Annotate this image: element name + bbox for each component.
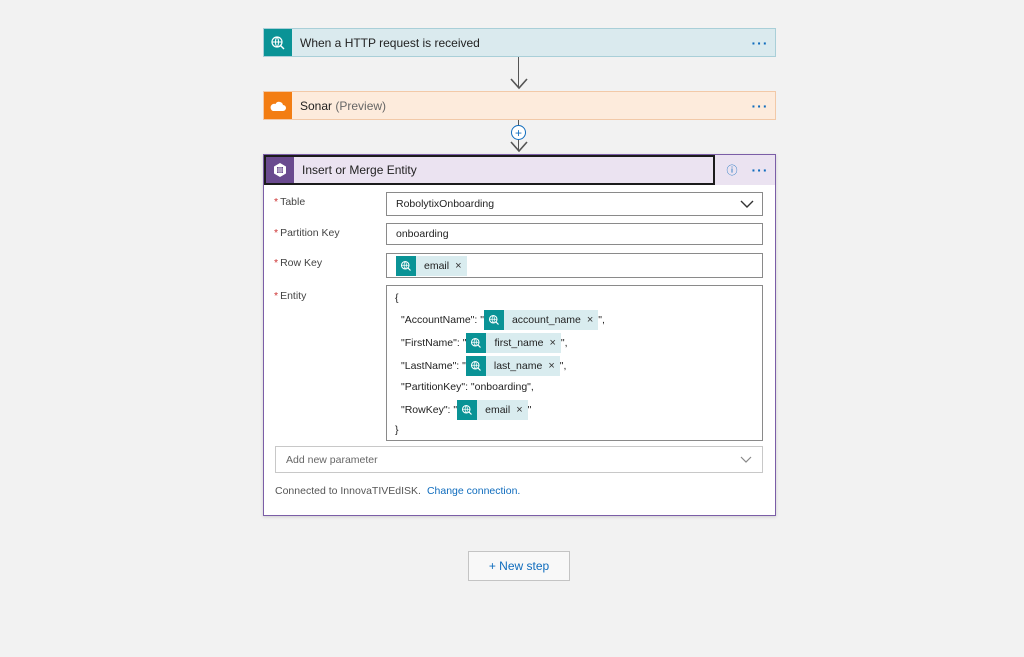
sonar-card[interactable]: Sonar (Preview) ··· xyxy=(263,91,776,120)
entity-label-text: Entity xyxy=(280,290,307,302)
token-label: account_name xyxy=(511,314,581,326)
dynamic-token[interactable]: last_name × xyxy=(465,356,560,376)
connector-arrow-icon xyxy=(510,78,528,90)
table-label: * Table xyxy=(274,196,305,208)
chevron-down-icon xyxy=(740,200,754,208)
action-more-button[interactable]: ··· xyxy=(745,162,775,178)
token-remove-button[interactable]: × xyxy=(587,314,598,326)
token-remove-button[interactable]: × xyxy=(548,360,559,372)
entity-editor[interactable]: { "AccountName": " account_name × ", "Fi… xyxy=(386,285,763,441)
sonar-more-button[interactable]: ··· xyxy=(745,98,775,114)
entity-line: "AccountName": " account_name × ", xyxy=(401,310,605,330)
table-label-text: Table xyxy=(280,196,306,208)
entity-key: "RowKey": " xyxy=(401,404,458,416)
dynamic-token[interactable]: email × xyxy=(396,256,467,276)
required-mark: * xyxy=(274,196,279,208)
entity-key: "AccountName": " xyxy=(401,314,484,326)
entity-suffix: ", xyxy=(598,314,605,326)
row-key-input[interactable]: email × xyxy=(386,253,763,278)
http-request-icon xyxy=(465,356,486,376)
entity-key: "FirstName": " xyxy=(401,337,467,349)
entity-line: "RowKey": " email × " xyxy=(401,400,531,420)
new-step-button[interactable]: + New step xyxy=(468,551,570,581)
connection-footer: Connected to InnovaTIVEdISK. Change conne… xyxy=(275,485,520,497)
insert-step-button[interactable]: + xyxy=(511,125,526,140)
token-label: email xyxy=(424,260,450,272)
token-label: first_name xyxy=(494,337,544,349)
insert-merge-entity-card: Insert or Merge Entity ⓘ ··· * Table Robo… xyxy=(263,154,776,516)
partition-key-input[interactable]: onboarding xyxy=(386,223,763,245)
entity-line: "FirstName": " first_name × ", xyxy=(401,333,568,353)
dynamic-token[interactable]: first_name × xyxy=(466,333,561,353)
action-header[interactable]: Insert or Merge Entity ⓘ ··· xyxy=(264,155,775,185)
trigger-more-button[interactable]: ··· xyxy=(745,35,775,51)
row-key-row: * Row Key email × xyxy=(274,253,763,278)
entity-text: "PartitionKey": "onboarding", xyxy=(401,381,534,393)
connection-text: Connected to InnovaTIVEdISK. xyxy=(275,485,421,497)
table-row: * Table RobolytixOnboarding xyxy=(274,192,763,216)
required-mark: * xyxy=(274,290,279,302)
add-parameter-placeholder: Add new parameter xyxy=(286,454,378,466)
entity-close-brace: } xyxy=(395,424,399,436)
dynamic-token[interactable]: account_name × xyxy=(483,310,599,330)
entity-suffix: ", xyxy=(559,360,567,372)
row-key-label: * Row Key xyxy=(274,257,322,269)
dynamic-token[interactable]: email × xyxy=(457,400,528,420)
token-remove-button[interactable]: × xyxy=(455,260,466,272)
http-request-icon xyxy=(457,400,478,420)
action-title: Insert or Merge Entity xyxy=(302,163,417,177)
entity-line: "PartitionKey": "onboarding", xyxy=(401,381,534,393)
token-remove-button[interactable]: × xyxy=(516,404,527,416)
entity-label: * Entity xyxy=(274,290,306,302)
trigger-title: When a HTTP request is received xyxy=(300,35,480,50)
cloud-icon xyxy=(264,92,292,119)
entity-key: "LastName": " xyxy=(401,360,466,372)
http-request-icon xyxy=(483,310,504,330)
sonar-title: Sonar (Preview) xyxy=(300,99,745,113)
required-mark: * xyxy=(274,257,279,269)
partition-key-label-text: Partition Key xyxy=(280,227,340,239)
token-label: last_name xyxy=(493,360,543,372)
http-request-icon xyxy=(466,333,487,353)
entity-suffix: ", xyxy=(560,337,568,349)
partition-key-value: onboarding xyxy=(396,228,449,240)
table-value: RobolytixOnboarding xyxy=(396,198,495,210)
action-header-title-box[interactable]: Insert or Merge Entity xyxy=(264,155,715,185)
http-request-icon xyxy=(396,256,416,276)
sonar-subtitle: (Preview) xyxy=(335,98,387,113)
sonar-name: Sonar xyxy=(300,98,333,113)
chevron-down-icon xyxy=(740,456,752,463)
partition-key-label: * Partition Key xyxy=(274,227,340,239)
token-label: email xyxy=(485,404,511,416)
row-key-label-text: Row Key xyxy=(280,257,323,269)
entity-open-brace: { xyxy=(395,292,399,304)
info-icon[interactable]: ⓘ xyxy=(719,162,745,178)
table-dropdown[interactable]: RobolytixOnboarding xyxy=(386,192,763,216)
add-parameter-dropdown[interactable]: Add new parameter xyxy=(275,446,763,473)
required-mark: * xyxy=(274,227,279,239)
connector-arrow-icon xyxy=(510,141,528,153)
partition-key-row: * Partition Key onboarding xyxy=(274,223,763,245)
change-connection-link[interactable]: Change connection. xyxy=(427,485,520,497)
entity-row: * Entity { "AccountName": " account_name … xyxy=(274,285,763,441)
table-storage-icon xyxy=(266,157,294,183)
http-request-icon xyxy=(264,29,292,56)
token-remove-button[interactable]: × xyxy=(549,337,560,349)
trigger-card[interactable]: When a HTTP request is received ··· xyxy=(263,28,776,57)
entity-suffix: " xyxy=(527,404,532,416)
entity-line: "LastName": " last_name × ", xyxy=(401,356,566,376)
